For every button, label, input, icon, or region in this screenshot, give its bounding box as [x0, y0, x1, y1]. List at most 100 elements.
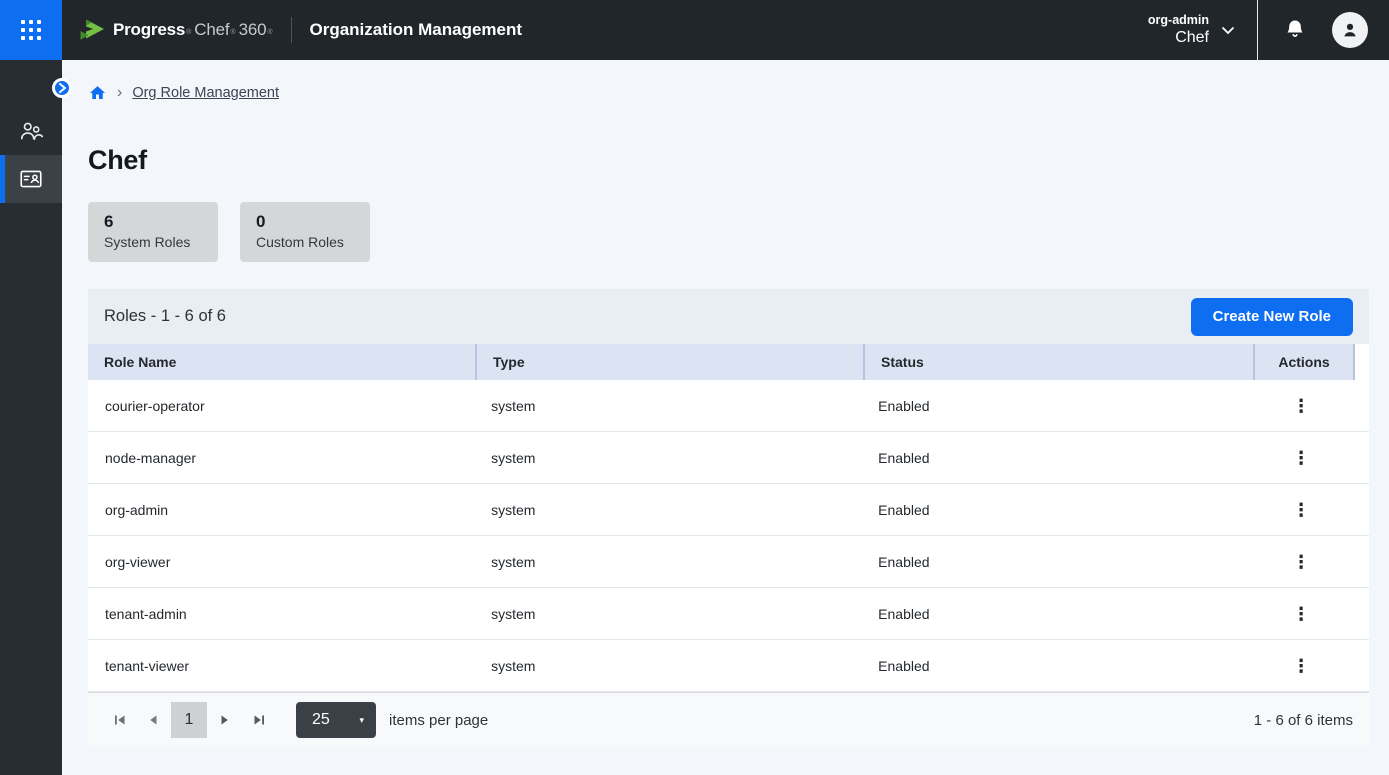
row-actions-menu-button[interactable]: ⋮	[1284, 443, 1318, 473]
role-status-cell: Enabled	[861, 432, 1250, 483]
stat-value: 0	[256, 211, 354, 232]
caret-down-icon: ▾	[359, 715, 364, 726]
app-header: Progress® Chef® 360® Organization Manage…	[0, 0, 1389, 60]
role-name-cell: courier-operator	[88, 380, 474, 431]
role-name-cell: tenant-admin	[88, 588, 474, 639]
progress-chevron-icon	[79, 18, 105, 42]
header-divider	[291, 17, 292, 43]
stats-row: 6 System Roles 0 Custom Roles	[88, 202, 1369, 262]
scrollbar-gutter	[1352, 432, 1369, 483]
stat-card-custom-roles: 0 Custom Roles	[240, 202, 370, 262]
chevron-down-icon	[1221, 26, 1235, 35]
users-icon	[18, 118, 44, 144]
role-status-cell: Enabled	[861, 640, 1250, 691]
trademark-symbol: ®	[186, 29, 191, 36]
sidebar	[0, 60, 62, 775]
scrollbar-gutter	[1352, 484, 1369, 535]
previous-page-button[interactable]	[136, 702, 170, 738]
trademark-symbol: ®	[267, 29, 272, 36]
breadcrumb-home-link[interactable]	[88, 84, 107, 102]
next-page-icon	[220, 714, 230, 726]
pagination-range-label: 1 - 6 of 6 items	[1254, 712, 1353, 729]
role-status-cell: Enabled	[861, 536, 1250, 587]
column-header-role-name: Role Name	[88, 344, 475, 380]
brand-360-text: 360	[239, 20, 267, 40]
account-role-label: org-admin	[1148, 12, 1209, 28]
role-name-cell: org-admin	[88, 484, 474, 535]
id-card-icon	[18, 166, 44, 192]
row-actions-menu-button[interactable]: ⋮	[1284, 651, 1318, 681]
items-per-page-select[interactable]: 25 ▾	[296, 702, 376, 738]
role-type-cell: system	[474, 640, 861, 691]
create-new-role-button[interactable]: Create New Role	[1191, 298, 1353, 336]
roles-count-title: Roles - 1 - 6 of 6	[104, 307, 226, 326]
trademark-symbol: ®	[230, 29, 235, 36]
table-row: org-viewer system Enabled ⋮	[88, 536, 1369, 588]
scrollbar-gutter	[1352, 536, 1369, 587]
pagination-bar: 1 25 ▾ items per page 1 - 6 of 6 items	[88, 692, 1369, 747]
stat-value: 6	[104, 211, 202, 232]
items-per-page-value: 25	[312, 711, 330, 729]
role-status-cell: Enabled	[861, 588, 1250, 639]
chevron-right-icon	[58, 83, 67, 93]
table-row: node-manager system Enabled ⋮	[88, 432, 1369, 484]
app-title: Organization Management	[310, 20, 523, 40]
stat-label: System Roles	[104, 232, 202, 252]
table-row: tenant-viewer system Enabled ⋮	[88, 640, 1369, 692]
role-status-cell: Enabled	[861, 380, 1250, 431]
previous-page-icon	[148, 714, 158, 726]
account-menu[interactable]: org-admin Chef	[1148, 12, 1235, 48]
role-name-cell: tenant-viewer	[88, 640, 474, 691]
stat-card-system-roles: 6 System Roles	[88, 202, 218, 262]
last-page-icon	[253, 714, 266, 726]
sidebar-expand-button[interactable]	[52, 78, 72, 98]
first-page-button[interactable]	[102, 702, 136, 738]
column-header-status: Status	[863, 344, 1253, 380]
role-type-cell: system	[474, 484, 861, 535]
scrollbar-gutter	[1355, 344, 1369, 380]
brand-logo: Progress® Chef® 360®	[79, 18, 273, 42]
role-status-cell: Enabled	[861, 484, 1250, 535]
next-page-button[interactable]	[208, 702, 242, 738]
column-header-actions: Actions	[1253, 344, 1355, 380]
table-header-row: Role Name Type Status Actions	[88, 344, 1369, 380]
role-name-cell: node-manager	[88, 432, 474, 483]
main-content: › Org Role Management Chef 6 System Role…	[62, 0, 1389, 747]
scrollbar-gutter	[1352, 640, 1369, 691]
items-per-page-label: items per page	[389, 712, 488, 729]
brand-chef-text: Chef	[194, 20, 229, 40]
scrollbar-gutter	[1352, 380, 1369, 431]
notifications-button[interactable]	[1258, 0, 1332, 60]
breadcrumb: › Org Role Management	[88, 80, 1369, 106]
sidebar-item-org-roles[interactable]	[0, 155, 62, 203]
stat-label: Custom Roles	[256, 232, 354, 252]
role-type-cell: system	[474, 536, 861, 587]
sidebar-item-users[interactable]	[0, 107, 62, 155]
brand-progress-text: Progress	[113, 20, 185, 40]
row-actions-menu-button[interactable]: ⋮	[1284, 391, 1318, 421]
role-type-cell: system	[474, 432, 861, 483]
page-title: Chef	[88, 144, 1369, 176]
home-icon	[88, 84, 107, 102]
page-number-button[interactable]: 1	[171, 702, 207, 738]
table-row: courier-operator system Enabled ⋮	[88, 380, 1369, 432]
scrollbar-gutter	[1352, 588, 1369, 639]
breadcrumb-separator-icon: ›	[117, 85, 122, 101]
row-actions-menu-button[interactable]: ⋮	[1284, 495, 1318, 525]
last-page-button[interactable]	[242, 702, 276, 738]
table-row: org-admin system Enabled ⋮	[88, 484, 1369, 536]
table-row: tenant-admin system Enabled ⋮	[88, 588, 1369, 640]
role-type-cell: system	[474, 380, 861, 431]
row-actions-menu-button[interactable]: ⋮	[1284, 547, 1318, 577]
person-icon	[1339, 19, 1361, 41]
apps-grid-button[interactable]	[0, 0, 62, 60]
bell-icon	[1283, 18, 1307, 42]
roles-panel: Roles - 1 - 6 of 6 Create New Role Role …	[88, 289, 1369, 747]
roles-toolbar: Roles - 1 - 6 of 6 Create New Role	[88, 289, 1369, 344]
row-actions-menu-button[interactable]: ⋮	[1284, 599, 1318, 629]
column-header-type: Type	[475, 344, 863, 380]
apps-grid-icon	[21, 20, 41, 40]
user-avatar-button[interactable]	[1332, 12, 1368, 48]
breadcrumb-current-link[interactable]: Org Role Management	[132, 85, 279, 101]
role-name-cell: org-viewer	[88, 536, 474, 587]
